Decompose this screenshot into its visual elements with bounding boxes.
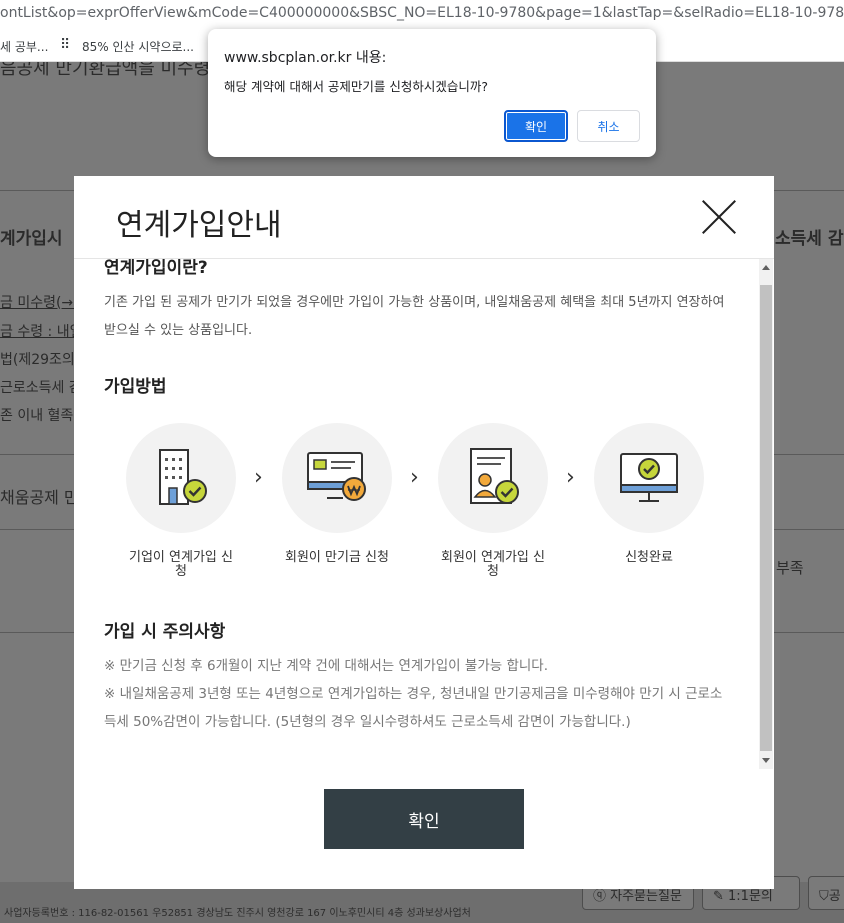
question-icon: ⓠ — [593, 889, 611, 904]
bg-right-heading: 소득세 감면 — [775, 229, 844, 249]
note-2: ※ 내일채움공제 3년형 또는 4년형으로 연계가입하는 경우, 청년내일 만기… — [104, 686, 723, 730]
modal-confirm-button[interactable]: 확인 — [324, 789, 524, 849]
step-label: 신청완료 — [625, 550, 673, 565]
shield-icon: ⛉ — [819, 889, 829, 904]
chevron-right-icon: › — [254, 465, 263, 490]
bg-line: 존 이내 혈족 — [0, 408, 74, 424]
bookmark-1[interactable]: 세 공부... — [0, 38, 48, 55]
step-member-join: 회원이 연계가입 신청 — [438, 423, 548, 579]
method-heading: 가입방법 — [104, 377, 167, 397]
note-1: ※ 만기금 신청 후 6개월이 지난 계약 건에 대해서는 연계가입이 불가능 … — [104, 658, 548, 674]
scrollbar-thumb[interactable] — [760, 285, 772, 751]
modal-scroll-area[interactable]: 연계가입이란? 기존 가입 된 공제가 만기가 되었을 경우에만 가입이 가능한… — [74, 259, 774, 769]
address-bar[interactable]: ontList&op=exprOfferView&mCode=C40000000… — [0, 0, 844, 30]
alert-message: 해당 계약에 대해서 공제만기를 신청하시겠습니까? — [224, 79, 489, 94]
chevron-right-icon: › — [566, 465, 575, 490]
notes-heading: 가입 시 주의사항 — [104, 622, 226, 642]
bg-section: 채움공제 만 — [0, 488, 79, 507]
alert-dialog: www.sbcplan.or.kr 내용: 해당 계약에 대해서 공제만기를 신… — [208, 29, 656, 157]
url-text: ontList&op=exprOfferView&mCode=C40000000… — [0, 5, 844, 21]
monitor-money-icon — [307, 452, 366, 501]
join-steps: 기업이 연계가입 신청 › 회원이 만기금 신청 › 회원이 연계가입 신청 ›… — [126, 423, 726, 593]
what-heading: 연계가입이란? — [104, 259, 208, 278]
footer-text: 사업자등록번호 : 116-82-01561 우52851 경상남도 진주시 영… — [4, 908, 471, 919]
monitor-check-icon — [620, 453, 678, 502]
building-check-icon — [159, 449, 207, 505]
bg-top-heading: 음공제 만기환급액을 미수령 — [0, 62, 211, 79]
alert-ok-button[interactable]: 확인 — [504, 110, 568, 142]
step-label: 회원이 만기금 신청 — [285, 550, 389, 565]
bookmark-favicon-icon: ⠿ — [60, 37, 70, 53]
close-icon[interactable] — [702, 200, 736, 234]
scroll-up-icon[interactable] — [762, 265, 770, 270]
what-description: 기존 가입 된 공제가 만기가 되었을 경우에만 가입이 가능한 상품이며, 내… — [104, 295, 725, 338]
join-guide-modal: 연계가입안내 연계가입이란? 기존 가입 된 공제가 만기가 되었을 경우에만 … — [74, 176, 774, 889]
step-member-maturity: 회원이 만기금 신청 — [282, 423, 392, 565]
scrollbar[interactable] — [759, 259, 773, 769]
notes: ※ 만기금 신청 후 6개월이 지난 계약 건에 대해서는 연계가입이 불가능 … — [104, 652, 734, 736]
bookmark-2[interactable]: 85% 인산 시약으로... — [82, 38, 194, 55]
bg-line: 근로소득세 감 — [0, 380, 82, 396]
bg-line: 법(제29조의 — [0, 352, 75, 368]
scroll-down-icon[interactable] — [762, 758, 770, 763]
bg-right-text: 부족 — [776, 559, 804, 577]
chevron-right-icon: › — [410, 465, 419, 490]
alert-origin: www.sbcplan.or.kr 내용: — [224, 50, 387, 66]
step-label: 기업이 연계가입 신청 — [129, 550, 233, 579]
bg-line: 금 수령 : 내일 — [0, 324, 83, 340]
document-person-check-icon — [470, 448, 519, 504]
alert-cancel-button[interactable]: 취소 — [577, 110, 640, 142]
modal-title: 연계가입안내 — [116, 208, 282, 243]
secure-button[interactable]: ⛉공 — [808, 876, 844, 910]
edit-icon: ✎ — [713, 889, 729, 904]
step-company-apply: 기업이 연계가입 신청 — [126, 423, 236, 579]
step-complete: 신청완료 — [594, 423, 704, 565]
bg-left-heading: 계가입시 — [0, 229, 63, 249]
step-label: 회원이 연계가입 신청 — [441, 550, 545, 579]
